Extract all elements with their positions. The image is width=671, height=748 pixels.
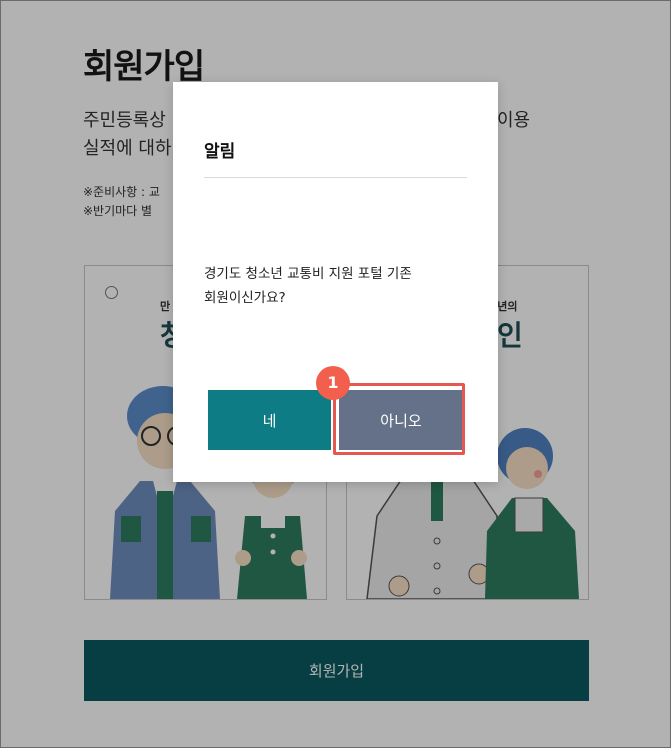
dialog-message-line-2: 회원이신가요?	[204, 290, 286, 306]
no-button-highlight-box	[333, 383, 465, 455]
dialog-message-line-1: 경기도 청소년 교통비 지원 포털 기존	[204, 266, 412, 282]
dialog-message: 경기도 청소년 교통비 지원 포털 기존 회원이신가요?	[204, 262, 464, 310]
yes-button[interactable]: 네	[208, 390, 331, 450]
dialog-divider	[204, 177, 467, 178]
step-number-badge: 1	[316, 366, 350, 400]
dialog-title: 알림	[204, 142, 236, 162]
